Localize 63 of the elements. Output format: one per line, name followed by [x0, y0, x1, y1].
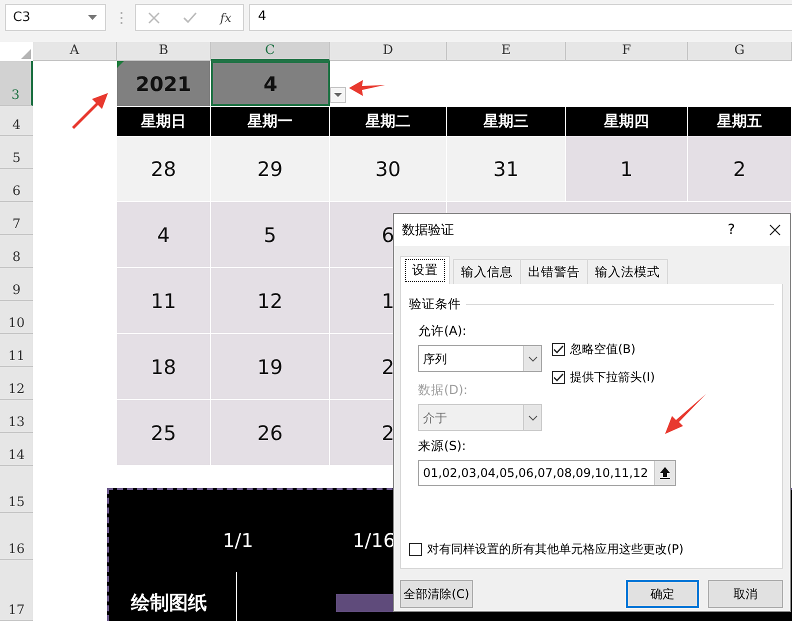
day-cell: 26	[211, 400, 330, 466]
help-button[interactable]: ?	[728, 222, 735, 238]
column-header[interactable]: B	[117, 42, 211, 61]
insert-function-button[interactable]: fx	[220, 10, 232, 24]
weekday-header: 星期三	[447, 106, 566, 136]
dropdown-field[interactable]: 序列	[418, 345, 542, 372]
weekday-header: 星期一	[211, 106, 330, 136]
column-header[interactable]: G	[688, 42, 792, 61]
weekday-header: 星期日	[117, 106, 211, 136]
day-cell: 4	[117, 202, 211, 268]
row-header[interactable]: 17	[0, 560, 33, 621]
day-cell: 28	[117, 136, 211, 202]
column-header[interactable]: C	[211, 42, 330, 61]
source-field[interactable]: 01,02,03,04,05,06,07,08,09,10,11,12	[418, 460, 676, 486]
date-label: 1/16	[352, 530, 396, 552]
checkbox-label[interactable]: 忽略空值(B)	[570, 341, 636, 358]
row-header[interactable]: 5	[0, 136, 33, 169]
year-cell: 2021	[117, 61, 211, 106]
month-cell[interactable]: 4	[211, 61, 330, 106]
row-header[interactable]: 14	[0, 433, 33, 466]
task-label: 绘制图纸	[131, 591, 207, 616]
day-cell: 1	[566, 136, 688, 202]
name-box[interactable]: C3	[5, 4, 106, 31]
weekday-header: 星期五	[688, 106, 792, 136]
weekday-header: 星期四	[566, 106, 688, 136]
row-header[interactable]: 7	[0, 202, 33, 235]
day-cell: 12	[211, 268, 330, 334]
day-cell: 29	[211, 136, 330, 202]
tab[interactable]: 输入法模式	[587, 259, 668, 284]
column-header[interactable]: D	[330, 42, 447, 61]
ok-button[interactable]: 确定	[626, 580, 699, 608]
day-cell: 30	[330, 136, 447, 202]
tab[interactable]: 设置	[400, 256, 450, 284]
row-header[interactable]: 16	[0, 513, 33, 560]
day-cell: 11	[117, 268, 211, 334]
dropdown-field: 介于	[418, 404, 542, 431]
row-header[interactable]: 12	[0, 367, 33, 400]
day-cell: 5	[211, 202, 330, 268]
dialog-button[interactable]: 全部清除(C)	[400, 580, 473, 608]
dialog-button[interactable]: 取消	[708, 580, 783, 608]
row-header[interactable]: 9	[0, 268, 33, 301]
row-header[interactable]: 6	[0, 169, 33, 202]
column-header[interactable]: E	[447, 42, 566, 61]
day-cell: 18	[117, 334, 211, 400]
date-label: 1/1	[222, 530, 254, 552]
row-header[interactable]: 10	[0, 301, 33, 334]
weekday-header: 星期二	[330, 106, 447, 136]
row-header[interactable]: 4	[0, 106, 33, 136]
row-header[interactable]: 15	[0, 466, 33, 513]
row-header[interactable]: 11	[0, 334, 33, 367]
checkbox-label[interactable]: 提供下拉箭头(I)	[570, 369, 655, 386]
tab[interactable]: 输入信息	[453, 259, 521, 284]
day-cell: 25	[117, 400, 211, 466]
column-header[interactable]: F	[566, 42, 688, 61]
day-cell: 19	[211, 334, 330, 400]
row-header[interactable]: 8	[0, 235, 33, 268]
checkbox-label[interactable]: 对有同样设置的所有其他单元格应用这些更改(P)	[427, 541, 684, 558]
row-header[interactable]: 13	[0, 400, 33, 433]
formula-field[interactable]: 4	[249, 4, 792, 31]
row-header[interactable]: 3	[0, 61, 33, 106]
day-cell: 31	[447, 136, 566, 202]
column-header[interactable]: A	[33, 42, 117, 61]
day-cell: 2	[688, 136, 792, 202]
